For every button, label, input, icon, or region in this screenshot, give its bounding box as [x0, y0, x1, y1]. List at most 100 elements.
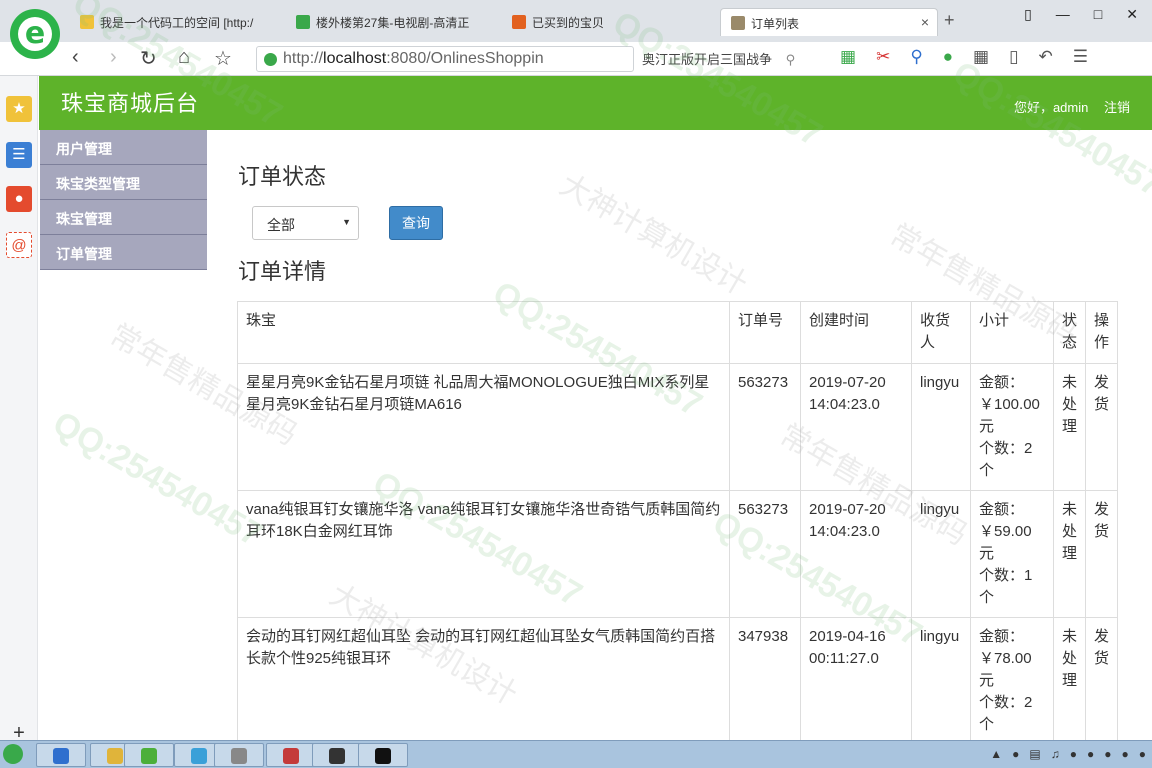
menu-item-orders[interactable]: 订单管理: [40, 235, 207, 270]
taskbar-app-button[interactable]: [214, 743, 264, 767]
qq-icon[interactable]: ●: [1139, 747, 1146, 761]
url-prefix: http://: [283, 50, 324, 67]
tab-label: 订单列表: [751, 17, 800, 31]
shirt-icon[interactable]: ▯: [1024, 6, 1032, 23]
start-icon[interactable]: [3, 744, 23, 764]
magnifier-icon[interactable]: ⚲: [910, 47, 922, 67]
list-icon[interactable]: ☰: [6, 142, 32, 168]
tray-app-icon[interactable]: ●: [1012, 747, 1019, 761]
secure-shield-icon: [264, 53, 277, 66]
cell-created: 2019-07-20 14:04:23.0: [800, 490, 912, 618]
toolbar-icons: ▦ ✂ ⚲ ● ▦ ▯ ↶ ☰: [840, 47, 1088, 67]
cell-status: 未处理: [1052, 363, 1087, 491]
browser-tab-1[interactable]: 我是一个代码工的空间 [http:/: [70, 8, 270, 36]
browser-icon: [191, 748, 207, 764]
app-icon: [329, 748, 345, 764]
qq-icon[interactable]: ●: [1104, 747, 1111, 761]
browser-tab-active[interactable]: 订单列表 ×: [720, 8, 938, 36]
cell-order-no: 347938: [729, 617, 801, 745]
count: 个数：2个: [979, 694, 1033, 733]
taskbar-app-button[interactable]: [312, 743, 362, 767]
folder-icon: [107, 748, 123, 764]
table-row: 会动的耳钉网红超仙耳坠 会动的耳钉网红超仙耳坠女气质韩国简约百搭长款个性925纯…: [237, 617, 1119, 745]
header-action: 操作: [1085, 301, 1119, 364]
tab-label: 已买到的宝贝: [532, 16, 605, 30]
tool-icon: [231, 748, 247, 764]
qq-icon[interactable]: ●: [1122, 747, 1129, 761]
star-icon: [80, 15, 94, 29]
menu-icon[interactable]: ☰: [1073, 47, 1088, 67]
favorites-star-icon[interactable]: ★: [6, 96, 32, 122]
browser-tab-3[interactable]: 已买到的宝贝: [502, 8, 702, 36]
cell-order-no: 563273: [729, 490, 801, 618]
query-button[interactable]: 查询: [389, 206, 443, 240]
status-select[interactable]: 全部 ▼: [252, 206, 359, 240]
weibo-icon[interactable]: ●: [6, 186, 32, 212]
app-k-icon: [53, 748, 69, 764]
watermark-design: 大神计算机设计: [553, 167, 753, 303]
menu-item-users[interactable]: 用户管理: [40, 130, 207, 165]
ship-button[interactable]: 发货: [1085, 490, 1119, 618]
greeting: 您好，admin: [1013, 100, 1089, 115]
taskbar-app-button[interactable]: [358, 743, 408, 767]
browser-tab-2[interactable]: 楼外楼第27集-电视剧-高清正: [286, 8, 486, 36]
scissors-icon[interactable]: ✂: [876, 47, 890, 67]
minimize-icon[interactable]: —: [1056, 6, 1070, 23]
url-path: :8080/OnlinesShoppin: [386, 50, 544, 67]
header-created: 创建时间: [800, 301, 912, 364]
order-status-heading: 订单状态: [238, 164, 327, 189]
window-controls: ▯ — □ ✕: [1024, 6, 1152, 23]
forward-icon[interactable]: ›: [110, 46, 117, 69]
ship-button[interactable]: 发货: [1085, 363, 1119, 491]
ship-button[interactable]: 发货: [1085, 617, 1119, 745]
qq-icon[interactable]: ●: [1070, 747, 1077, 761]
phone-icon[interactable]: ▯: [1009, 47, 1018, 67]
volume-icon[interactable]: ♫: [1051, 747, 1060, 761]
table-header-row: 珠宝 订单号 创建时间 收货人 小计 状态 操作: [237, 301, 1119, 364]
apps-icon[interactable]: ▦: [973, 47, 989, 67]
translate-icon[interactable]: ▦: [840, 47, 856, 67]
tray-arrow-icon[interactable]: ▲: [990, 747, 1002, 761]
bookmark-star-icon[interactable]: ☆: [214, 46, 232, 71]
refresh-icon[interactable]: ↻: [140, 46, 157, 71]
taskbar-app-button[interactable]: [36, 743, 86, 767]
cell-receiver: lingyu: [911, 490, 971, 618]
amount: 金额：￥59.00元: [979, 501, 1032, 562]
back-icon[interactable]: ‹: [72, 46, 79, 69]
search-box[interactable]: 奥汀正版开启三国战争 ⚲: [642, 49, 822, 68]
menu-item-jewelry-types[interactable]: 珠宝类型管理: [40, 165, 207, 200]
count: 个数：2个: [979, 440, 1033, 479]
close-window-icon[interactable]: ✕: [1126, 6, 1138, 23]
undo-icon[interactable]: ↶: [1038, 47, 1052, 67]
app-icon: [283, 748, 299, 764]
taskbar-app-button[interactable]: [124, 743, 174, 767]
search-icon[interactable]: ⚲: [786, 52, 796, 67]
home-icon[interactable]: ⌂: [178, 46, 190, 69]
app-title: 珠宝商城后台: [61, 91, 200, 116]
qq-icon[interactable]: ●: [1087, 747, 1094, 761]
logout-link[interactable]: 注销: [1104, 100, 1130, 115]
cell-product: 会动的耳钉网红超仙耳坠 会动的耳钉网红超仙耳坠女气质韩国简约百搭长款个性925纯…: [237, 617, 730, 745]
close-tab-icon[interactable]: ×: [921, 14, 929, 30]
tab-label: 楼外楼第27集-电视剧-高清正: [316, 16, 470, 30]
mail-icon[interactable]: @: [6, 232, 32, 258]
menu-item-jewelry[interactable]: 珠宝管理: [40, 200, 207, 235]
cell-product: 星星月亮9K金钻石星月项链 礼品周大福MONOLOGUE独白MIX系列星星月亮9…: [237, 363, 730, 491]
network-icon[interactable]: ▤: [1029, 747, 1040, 761]
address-bar[interactable]: http://localhost:8080/OnlinesShoppin: [256, 46, 634, 72]
new-tab-button[interactable]: +: [944, 10, 955, 31]
game-icon[interactable]: ●: [943, 47, 953, 67]
cell-subtotal: 金额：￥100.00元 个数：2个: [970, 363, 1054, 491]
table-row: 星星月亮9K金钻石星月项链 礼品周大福MONOLOGUE独白MIX系列星星月亮9…: [237, 363, 1119, 491]
system-tray: ▲ ● ▤ ♫ ● ● ● ● ●: [990, 747, 1146, 761]
maximize-icon[interactable]: □: [1094, 6, 1102, 23]
taskbar-app-button[interactable]: [266, 743, 316, 767]
order-detail-heading: 订单详情: [238, 259, 327, 284]
tab-label: 我是一个代码工的空间 [http:/: [100, 16, 254, 30]
cell-order-no: 563273: [729, 363, 801, 491]
app-icon: [141, 748, 157, 764]
cell-subtotal: 金额：￥78.00元 个数：2个: [970, 617, 1054, 745]
admin-menu: 用户管理 珠宝类型管理 珠宝管理 订单管理: [40, 130, 207, 270]
browser-logo-icon: e: [10, 9, 60, 59]
table-row: vana纯银耳钉女镶施华洛 vana纯银耳钉女镶施华洛世奇锆气质韩国简约耳环18…: [237, 490, 1119, 618]
